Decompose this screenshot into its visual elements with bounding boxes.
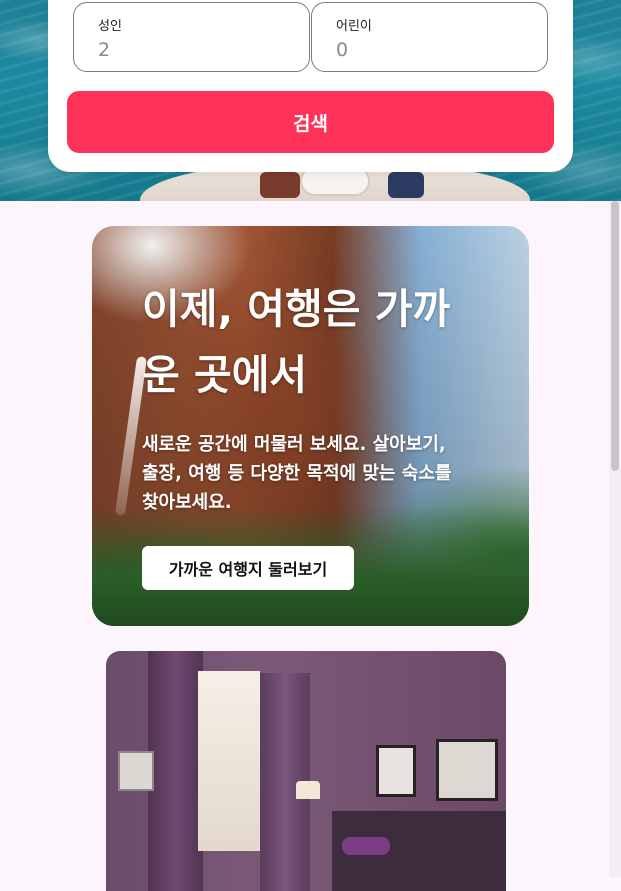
explore-nearby-button[interactable]: 가까운 여행지 둘러보기 [142, 546, 354, 590]
promo-card: 이제, 여행은 가까운 곳에서 새로운 공간에 머물러 보세요. 살아보기, 출… [92, 226, 529, 626]
scrollbar[interactable] [609, 201, 621, 877]
scrollbar-thumb[interactable] [611, 201, 619, 471]
promo-description: 새로운 공간에 머물러 보세요. 살아보기, 출장, 여행 등 다양한 목적에 … [142, 434, 452, 513]
adults-input[interactable] [98, 39, 278, 61]
room-image-card[interactable] [106, 651, 506, 891]
adults-label: 성인 [98, 19, 122, 34]
children-field[interactable]: 어린이 [311, 2, 548, 72]
search-panel: 성인 어린이 검색 [48, 0, 573, 172]
children-input[interactable] [336, 39, 516, 61]
hero-image: 성인 어린이 검색 [0, 0, 621, 201]
children-label: 어린이 [336, 19, 372, 34]
adults-field[interactable]: 성인 [73, 2, 310, 72]
promo-title: 이제, 여행은 가까운 곳에서 [142, 285, 451, 399]
search-button[interactable]: 검색 [67, 91, 554, 153]
